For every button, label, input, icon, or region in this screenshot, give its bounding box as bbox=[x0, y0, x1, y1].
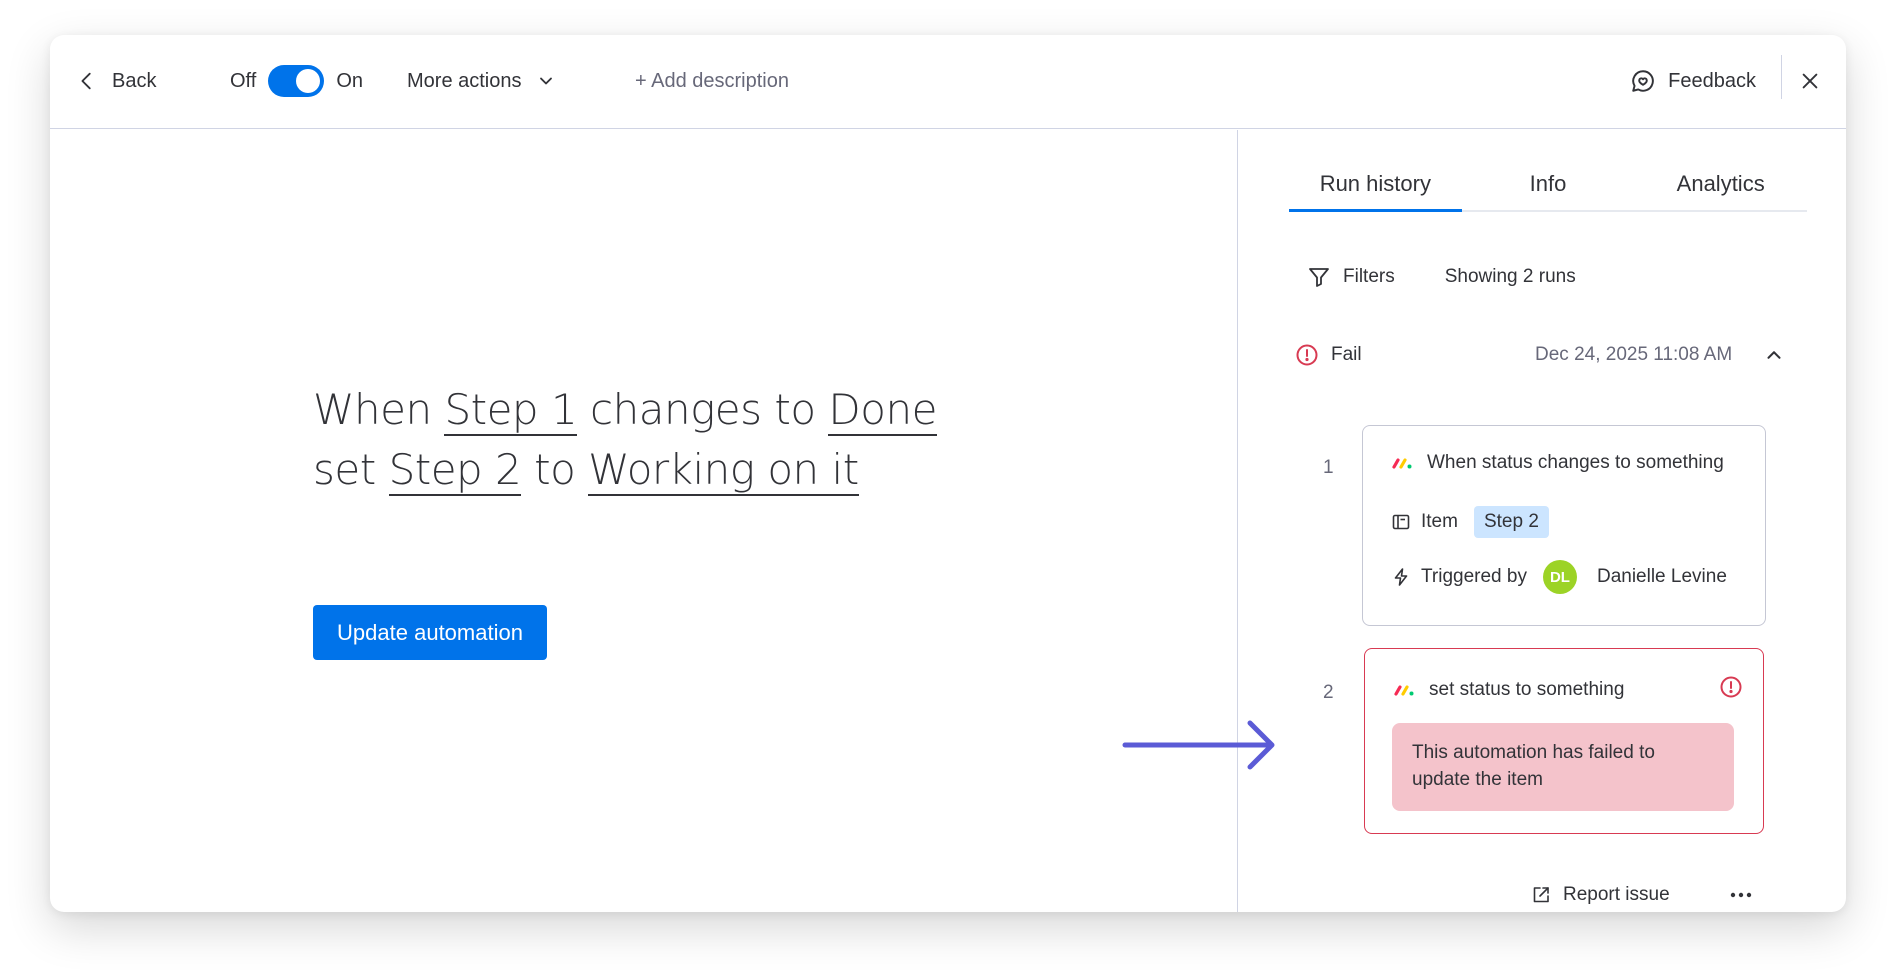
item-icon bbox=[1392, 514, 1410, 530]
filters-label: Filters bbox=[1343, 266, 1395, 287]
monday-logo-icon bbox=[1394, 685, 1414, 696]
more-actions-label: More actions bbox=[407, 69, 522, 92]
triggered-by-row: Triggered by DL Danielle Levine bbox=[1391, 560, 1727, 594]
more-actions-button[interactable]: More actions bbox=[407, 63, 556, 99]
step-number: 2 bbox=[1323, 682, 1334, 703]
recipe-line-1: When Step 1 changes to Done bbox=[313, 380, 937, 440]
run-status: Fail bbox=[1331, 344, 1362, 365]
more-dots-icon bbox=[1730, 892, 1752, 898]
alert-circle-icon bbox=[1296, 344, 1318, 366]
close-icon bbox=[1802, 73, 1818, 89]
chevron-left-icon bbox=[81, 72, 91, 90]
item-chip[interactable]: Step 2 bbox=[1473, 506, 1549, 538]
tab-analytics[interactable]: Analytics bbox=[1634, 162, 1807, 210]
filter-icon bbox=[1309, 268, 1329, 287]
action-step-title-text: set status to something bbox=[1429, 679, 1625, 700]
recipe-line-2: set Step 2 to Working on it bbox=[313, 440, 937, 500]
automation-recipe-sentence: When Step 1 changes to Done set Step 2 t… bbox=[313, 380, 937, 500]
recipe-text: changes to bbox=[590, 385, 816, 434]
panel-tabs: Run history Info Analytics bbox=[1289, 162, 1807, 212]
action-column-token[interactable]: Step 2 bbox=[388, 445, 522, 496]
action-step-card: set status to something This automation … bbox=[1364, 648, 1764, 834]
item-label: Item bbox=[1421, 511, 1458, 532]
more-options-button[interactable] bbox=[1726, 880, 1756, 910]
toggle-on-label: On bbox=[336, 69, 363, 92]
update-automation-button[interactable]: Update automation bbox=[313, 605, 547, 660]
tab-run-history[interactable]: Run history bbox=[1289, 162, 1462, 212]
user-name[interactable]: Danielle Levine bbox=[1597, 566, 1727, 588]
external-link-icon bbox=[1533, 887, 1549, 903]
chevron-down-icon bbox=[539, 77, 552, 85]
automation-toggle[interactable] bbox=[268, 65, 325, 97]
trigger-step-title-text: When status changes to something bbox=[1427, 452, 1724, 473]
action-value-token[interactable]: Working on it bbox=[588, 445, 859, 496]
on-off-toggle-group: Off On bbox=[230, 61, 363, 101]
recipe-text: When bbox=[313, 385, 432, 434]
runs-count: Showing 2 runs bbox=[1444, 266, 1576, 287]
report-issue-label: Report issue bbox=[1563, 884, 1670, 905]
back-button[interactable]: Back bbox=[76, 63, 156, 99]
action-step-title: set status to something bbox=[1393, 679, 1624, 701]
filters-row: Filters Showing 2 runs bbox=[1307, 260, 1576, 294]
run-history-panel: Run history Info Analytics Filters Showi… bbox=[1239, 130, 1846, 912]
run-header[interactable]: Fail Dec 24, 2025 11:08 AM bbox=[1295, 338, 1795, 372]
recipe-text: set bbox=[313, 445, 376, 494]
error-message: This automation has failed to update the… bbox=[1392, 723, 1734, 811]
lightning-icon bbox=[1394, 568, 1408, 586]
toggle-knob bbox=[296, 69, 321, 93]
feedback-button[interactable]: Feedback bbox=[1630, 63, 1756, 99]
feedback-label: Feedback bbox=[1668, 69, 1756, 92]
filters-button[interactable]: Filters bbox=[1307, 265, 1395, 289]
chevron-up-icon[interactable] bbox=[1763, 344, 1785, 366]
top-bar: Back Off On More actions + Add descripti… bbox=[50, 35, 1846, 129]
close-button[interactable] bbox=[1792, 63, 1828, 99]
trigger-column-token[interactable]: Step 1 bbox=[444, 385, 578, 436]
toggle-off-label: Off bbox=[230, 69, 257, 92]
trigger-step-title: When status changes to something bbox=[1391, 452, 1724, 474]
feedback-icon bbox=[1632, 70, 1654, 92]
avatar[interactable]: DL bbox=[1542, 560, 1577, 594]
monday-logo-icon bbox=[1392, 458, 1412, 469]
automation-window: Back Off On More actions + Add descripti… bbox=[50, 35, 1846, 912]
item-row: Item Step 2 bbox=[1391, 506, 1549, 538]
recipe-text: to bbox=[534, 445, 576, 494]
trigger-value-token[interactable]: Done bbox=[828, 385, 937, 436]
run-date: Dec 24, 2025 11:08 AM bbox=[1535, 344, 1733, 365]
trigger-step-card: When status changes to something Item St… bbox=[1362, 425, 1766, 626]
step-number: 1 bbox=[1323, 457, 1334, 478]
topbar-divider bbox=[1781, 55, 1782, 99]
back-label: Back bbox=[112, 69, 157, 92]
triggered-by-label: Triggered by bbox=[1421, 566, 1527, 587]
recipe-panel: When Step 1 changes to Done set Step 2 t… bbox=[50, 130, 1238, 912]
add-description-button[interactable]: + Add description bbox=[635, 63, 789, 99]
alert-circle-icon bbox=[1720, 676, 1742, 698]
report-issue-button[interactable]: Report issue bbox=[1531, 880, 1670, 910]
tab-info[interactable]: Info bbox=[1462, 162, 1635, 210]
